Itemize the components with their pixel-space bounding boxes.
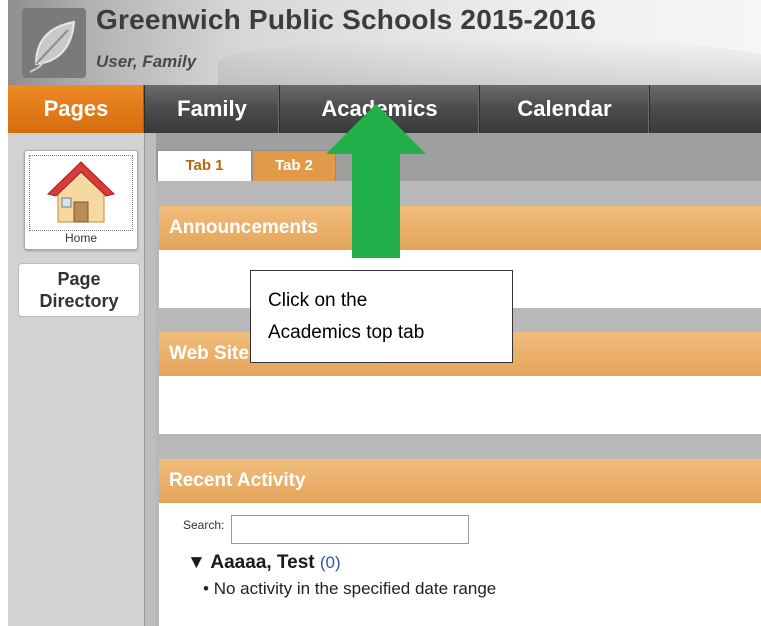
nav-tab-calendar[interactable]: Calendar — [480, 85, 650, 133]
announcements-header: Announcements — [159, 206, 761, 250]
person-name: Aaaaa, Test — [210, 552, 315, 573]
tab-2[interactable]: Tab 2 — [252, 150, 336, 181]
house-icon — [47, 161, 115, 223]
green-up-arrow-icon — [326, 104, 426, 258]
nav-tab-pages[interactable]: Pages — [8, 85, 145, 133]
home-button[interactable]: Home — [24, 150, 138, 250]
home-label: Home — [64, 231, 97, 245]
bullet-icon: • — [203, 579, 209, 598]
leaf-logo-icon — [22, 8, 86, 78]
tab-1[interactable]: Tab 1 — [157, 150, 252, 181]
header-background-landscape — [218, 38, 761, 85]
instruction-callout: Click on the Academics top tab — [250, 270, 513, 363]
recent-activity-header: Recent Activity — [159, 459, 761, 503]
school-title: Greenwich Public Schools 2015-2016 — [96, 4, 597, 35]
app-header: Greenwich Public Schools 2015-2016 User,… — [8, 0, 761, 85]
page-directory-button[interactable]: Page Directory — [18, 263, 140, 317]
recent-activity-panel: Recent Activity Search: ▼ Aaaaa, Test (0… — [159, 459, 761, 626]
page-tabs-bar: Tab 1 Tab 2 — [156, 133, 761, 181]
activity-list-item: • No activity in the specified date rang… — [203, 579, 496, 599]
home-icon-frame — [29, 155, 133, 231]
no-activity-text: No activity in the specified date range — [213, 579, 497, 598]
search-input[interactable] — [231, 515, 469, 544]
callout-line2: Academics top tab — [268, 322, 425, 343]
sidebar: Home Page Directory — [8, 133, 144, 626]
nav-tab-family[interactable]: Family — [145, 85, 280, 133]
person-row[interactable]: ▼ Aaaaa, Test (0) — [187, 552, 341, 574]
page-directory-label-line1: Page — [57, 269, 101, 289]
expand-triangle-icon[interactable]: ▼ — [187, 552, 206, 573]
page-directory-label-line2: Directory — [39, 291, 119, 311]
activity-count: (0) — [319, 553, 341, 572]
user-name: User, Family — [96, 52, 197, 71]
main-content: Tab 1 Tab 2 Announcements Web Sites Rece… — [156, 133, 761, 626]
callout-line1: Click on the — [268, 290, 368, 311]
search-label: Search: — [183, 518, 225, 532]
